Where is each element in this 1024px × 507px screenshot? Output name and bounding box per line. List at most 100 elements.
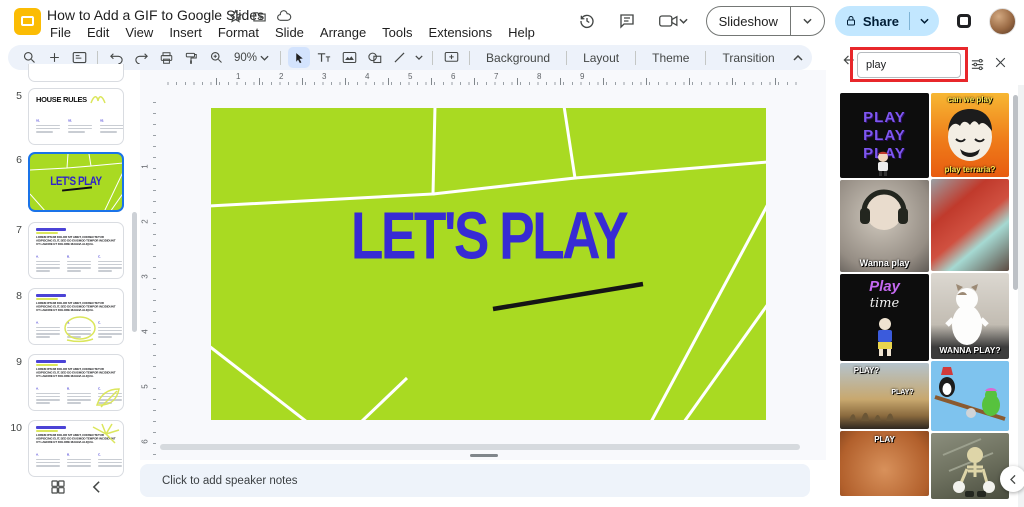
star-icon[interactable]: [228, 9, 243, 24]
slide-thumbnail-8[interactable]: LOREM IPSUM DOLOR SIT AMET, CONSECTETUR …: [28, 288, 124, 345]
toolbar: 90% Background Layout Theme Transition: [8, 45, 812, 70]
search-icon: [22, 50, 37, 65]
redo-button[interactable]: [130, 47, 152, 68]
menu-slide[interactable]: Slide: [269, 24, 310, 41]
menu-view[interactable]: View: [119, 24, 159, 41]
menu-edit[interactable]: Edit: [81, 24, 115, 41]
square-icon: [957, 14, 971, 28]
collapse-filmstrip-icon[interactable]: [92, 480, 101, 494]
insert-line-button[interactable]: [388, 47, 410, 68]
text-box-button[interactable]: [313, 47, 335, 68]
menu-format[interactable]: Format: [212, 24, 265, 41]
gif-result-pelicans-play[interactable]: PLAY? PLAY?: [840, 363, 929, 429]
slide-page[interactable]: LET'S PLAY: [211, 108, 766, 420]
shapes-icon: [367, 51, 382, 64]
move-folder-icon[interactable]: [252, 9, 267, 24]
close-panel-button[interactable]: [994, 56, 1007, 69]
version-history-button[interactable]: [572, 6, 602, 36]
zoom-select[interactable]: 90%: [230, 52, 273, 64]
gif-result-wanna-play-baby[interactable]: Wanna play: [840, 180, 929, 272]
printer-icon: [159, 51, 174, 65]
gif-result-skeleton[interactable]: [931, 433, 1009, 499]
slide-thumbnail-5[interactable]: HOUSE RULES 01. 02. 03.: [28, 88, 124, 145]
share-dropdown[interactable]: [910, 6, 939, 36]
undo-icon: [109, 51, 124, 64]
gif-result-can-we-play[interactable]: can we play play terraria?: [931, 93, 1009, 177]
zoom-in-button[interactable]: [205, 47, 227, 68]
gif-result-play-time[interactable]: Play time: [840, 274, 929, 361]
cursor-icon: [293, 51, 306, 65]
theme-button[interactable]: Theme: [643, 51, 698, 65]
slide-number: 8: [8, 290, 22, 302]
tune-sliders-icon: [970, 57, 985, 72]
menu-arrange[interactable]: Arrange: [314, 24, 372, 41]
skeleton-art: [941, 437, 999, 499]
slideshow-button[interactable]: Slideshow: [707, 7, 790, 35]
slide-thumbnail-7[interactable]: LOREM IPSUM DOLOR SIT AMET, CONSECTETUR …: [28, 222, 124, 279]
penguin-seesaw-art: [931, 361, 1009, 431]
slides-logo[interactable]: [14, 8, 41, 35]
menu-extensions[interactable]: Extensions: [423, 24, 499, 41]
layout-button[interactable]: Layout: [574, 51, 628, 65]
menu-file[interactable]: File: [44, 24, 77, 41]
line-icon: [393, 51, 406, 64]
slide-number: 5: [8, 90, 22, 102]
select-tool-button[interactable]: [288, 47, 310, 68]
google-slides-app: How to Add a GIF to Google Slides File E…: [0, 0, 1024, 507]
cloud-status-icon[interactable]: [276, 9, 292, 24]
meet-call-button[interactable]: [652, 6, 696, 36]
transition-button[interactable]: Transition: [713, 51, 783, 65]
gif-result-wanna-play-cat[interactable]: WANNA PLAY?: [931, 273, 1009, 359]
thumb-slide-title: LET'S PLAY: [35, 176, 118, 189]
chevron-left-icon: [1009, 474, 1017, 485]
standing-cat: [945, 283, 989, 345]
menu-help[interactable]: Help: [502, 24, 541, 41]
notes-resize-handle[interactable]: [470, 454, 498, 457]
share-button-group: Share: [835, 6, 939, 36]
account-avatar[interactable]: [989, 8, 1016, 35]
speaker-notes-box[interactable]: Click to add speaker notes: [140, 464, 810, 497]
share-button[interactable]: Share: [835, 6, 909, 36]
gif-search-input[interactable]: [857, 52, 961, 78]
insert-image-button[interactable]: [338, 47, 360, 68]
menu-insert[interactable]: Insert: [163, 24, 208, 41]
lock-icon: [845, 14, 857, 28]
tiny-character: [872, 150, 894, 176]
chevron-down-icon: [679, 18, 688, 24]
comments-button[interactable]: [612, 6, 642, 36]
back-arrow-icon: [842, 53, 856, 67]
window-scrollbar-track[interactable]: [1018, 85, 1024, 507]
slide-thumbnail-10[interactable]: LOREM IPSUM DOLOR SIT AMET, CONSECTETUR …: [28, 420, 124, 477]
comment-add-icon: [444, 51, 459, 64]
circle-doodle: [63, 315, 97, 343]
zoom-in-icon: [209, 50, 224, 65]
gif-result-penguin-seesaw[interactable]: [931, 361, 1009, 431]
background-button[interactable]: Background: [477, 51, 559, 65]
hide-panel-fab[interactable]: [1000, 466, 1024, 492]
gif-search-panel: PLAYPLAYPLAY Wanna play Play time PLAY? …: [838, 45, 1024, 507]
print-button[interactable]: [155, 47, 177, 68]
slide-number: 6: [8, 154, 22, 166]
gif-result-kid-in-chair[interactable]: [931, 179, 1009, 271]
paint-roller-icon: [184, 51, 198, 65]
menu-tools[interactable]: Tools: [376, 24, 418, 41]
slide-thumbnail-6-selected[interactable]: LET'S PLAY: [28, 152, 124, 212]
gif-result-orange-cat[interactable]: PLAY: [840, 431, 929, 496]
slide-number: 7: [8, 224, 22, 236]
back-button[interactable]: [842, 53, 856, 67]
line-dropdown[interactable]: [413, 47, 425, 68]
slideshow-dropdown[interactable]: [791, 7, 824, 35]
filmstrip-scrollbar[interactable]: [132, 212, 137, 332]
gif-result-play-play-play[interactable]: PLAYPLAYPLAY: [840, 93, 929, 178]
insert-comment-button[interactable]: [440, 47, 462, 68]
paint-format-button[interactable]: [180, 47, 202, 68]
mode-switch-button[interactable]: [949, 6, 979, 36]
slide-title-text[interactable]: LET'S PLAY: [250, 204, 727, 271]
horizontal-scrollbar[interactable]: [160, 444, 800, 450]
collapse-toolbar-button[interactable]: [787, 47, 809, 68]
grid-view-icon[interactable]: [50, 479, 66, 495]
speaker-notes-placeholder: Click to add speaker notes: [162, 475, 298, 487]
insert-shape-button[interactable]: [363, 47, 385, 68]
filter-button[interactable]: [970, 57, 985, 72]
slide-thumbnail-9[interactable]: LOREM IPSUM DOLOR SIT AMET, CONSECTETUR …: [28, 354, 124, 411]
